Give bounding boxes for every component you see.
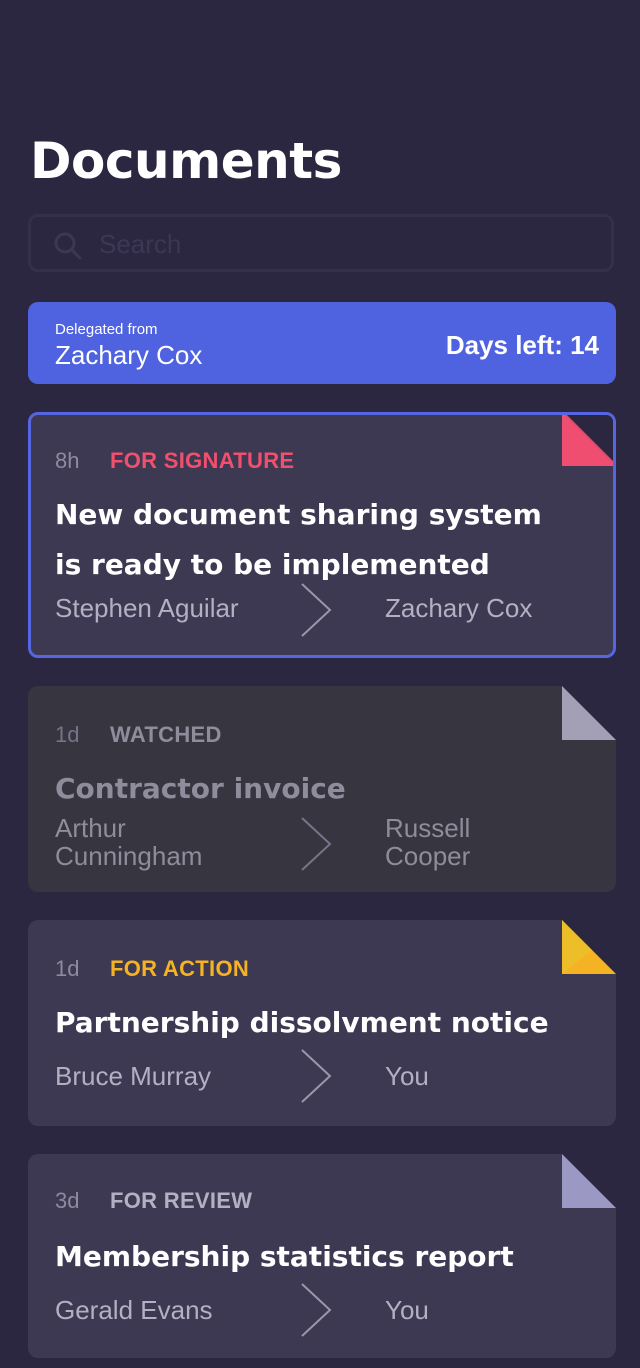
document-title: Membership statistics report [55, 1240, 514, 1273]
document-sender: Bruce Murray [55, 1061, 212, 1091]
search-box[interactable] [28, 214, 614, 272]
document-recipient: Zachary Cox [385, 593, 533, 623]
search-icon [54, 232, 82, 260]
document-card[interactable]: 1d WATCHED Contractor invoice Arthur Cun… [28, 686, 616, 892]
document-age: 8h [55, 448, 80, 473]
delegated-from-name: Zachary Cox [55, 340, 203, 370]
document-card[interactable]: 1d FOR ACTION Partnership dissolvment no… [28, 920, 616, 1126]
document-recipient: Russell Cooper [385, 813, 471, 871]
document-status-badge: WATCHED [110, 722, 222, 747]
chevron-right-icon [301, 817, 332, 871]
document-sender: Arthur Cunningham [55, 813, 203, 871]
chevron-right-icon [301, 583, 332, 637]
chevron-right-icon [301, 1283, 332, 1337]
document-card[interactable]: 8h FOR SIGNATURE New document sharing sy… [28, 412, 616, 658]
document-title: Contractor invoice [55, 772, 346, 805]
delegation-banner[interactable]: Delegated from Zachary Cox Days left: 14 [28, 302, 616, 384]
document-age: 1d [55, 722, 80, 747]
document-status-badge: FOR ACTION [110, 956, 250, 981]
document-age: 1d [55, 956, 80, 981]
document-sender: Stephen Aguilar [55, 593, 239, 623]
chevron-right-icon [301, 1049, 332, 1103]
search-input[interactable] [97, 225, 581, 263]
document-recipient: You [385, 1061, 429, 1091]
document-age: 3d [55, 1188, 80, 1213]
document-sender: Gerald Evans [55, 1295, 213, 1325]
delegated-from-label: Delegated from [55, 321, 158, 338]
days-left-count: Days left: 14 [445, 330, 599, 360]
document-card[interactable]: 3d FOR REVIEW Membership statistics repo… [28, 1154, 616, 1358]
page-title: Documents [30, 132, 342, 190]
document-status-badge: FOR SIGNATURE [110, 448, 295, 473]
document-recipient: You [385, 1295, 429, 1325]
document-title: Partnership dissolvment notice [55, 1006, 549, 1039]
document-status-badge: FOR REVIEW [110, 1188, 253, 1213]
document-title: New document sharing system is ready to … [55, 498, 542, 581]
